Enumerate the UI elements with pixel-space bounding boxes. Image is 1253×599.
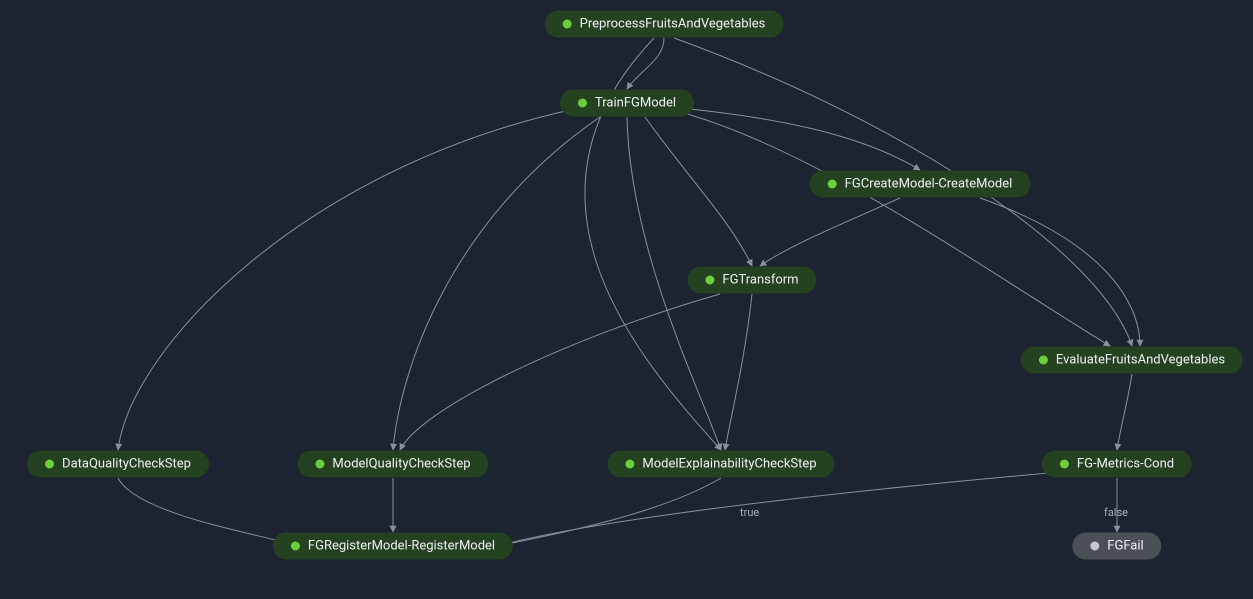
status-dot-icon <box>705 276 714 285</box>
status-dot-icon <box>625 460 634 469</box>
edge-train-transform <box>645 117 752 266</box>
pipeline-graph: { "nodes": { "preprocess": { "label": "P… <box>0 0 1253 599</box>
edge-createmodel-transform <box>760 198 900 266</box>
node-label: DataQualityCheckStep <box>62 457 191 472</box>
node-transform[interactable]: FGTransform <box>687 267 816 294</box>
status-dot-icon <box>1090 542 1099 551</box>
node-evaluate[interactable]: EvaluateFruitsAndVegetables <box>1021 347 1243 374</box>
status-dot-icon <box>578 99 587 108</box>
status-dot-icon <box>563 20 572 29</box>
edge-transform-mex <box>725 294 752 450</box>
node-registermodel[interactable]: FGRegisterModel-RegisterModel <box>273 533 513 560</box>
node-modelexplainabilitycheck[interactable]: ModelExplainabilityCheckStep <box>607 451 834 478</box>
node-label: FGFail <box>1107 539 1143 554</box>
edge-label-false: false <box>1104 506 1128 519</box>
edge-mex-register <box>500 478 721 546</box>
node-dataqualitycheck[interactable]: DataQualityCheckStep <box>27 451 209 478</box>
edge-evaluate-metrics <box>1117 374 1132 450</box>
node-label: FG-Metrics-Cond <box>1077 457 1174 472</box>
edge-train-dqc <box>118 110 570 450</box>
status-dot-icon <box>1039 356 1048 365</box>
node-label: FGTransform <box>722 273 798 288</box>
status-dot-icon <box>828 180 837 189</box>
node-preprocess[interactable]: PreprocessFruitsAndVegetables <box>545 11 784 38</box>
edge-transform-mqc <box>400 294 720 450</box>
node-label: EvaluateFruitsAndVegetables <box>1056 353 1225 368</box>
node-modelqualitycheck[interactable]: ModelQualityCheckStep <box>297 451 488 478</box>
edge-createmodel-evaluate <box>980 198 1140 346</box>
status-dot-icon <box>315 460 324 469</box>
status-dot-icon <box>45 460 54 469</box>
node-label: FGCreateModel-CreateModel <box>845 177 1013 192</box>
edge-dqc-register <box>118 478 290 546</box>
node-metrics-cond[interactable]: FG-Metrics-Cond <box>1042 451 1192 478</box>
node-label: TrainFGModel <box>595 96 676 111</box>
edge-train-evaluate <box>680 112 1110 346</box>
edge-metrics-register <box>505 472 1060 544</box>
node-createmodel[interactable]: FGCreateModel-CreateModel <box>810 171 1031 198</box>
node-train[interactable]: TrainFGModel <box>560 90 694 117</box>
node-label: PreprocessFruitsAndVegetables <box>580 17 766 32</box>
node-label: FGRegisterModel-RegisterModel <box>308 539 495 554</box>
node-fail[interactable]: FGFail <box>1072 533 1161 560</box>
node-label: ModelExplainabilityCheckStep <box>642 457 816 472</box>
edge-label-true: true <box>740 506 759 519</box>
node-label: ModelQualityCheckStep <box>332 457 470 472</box>
edge-preprocess-train <box>627 38 664 89</box>
status-dot-icon <box>1060 460 1069 469</box>
edge-train-mqc <box>393 117 600 450</box>
edge-train-createmodel <box>680 108 920 170</box>
status-dot-icon <box>291 542 300 551</box>
